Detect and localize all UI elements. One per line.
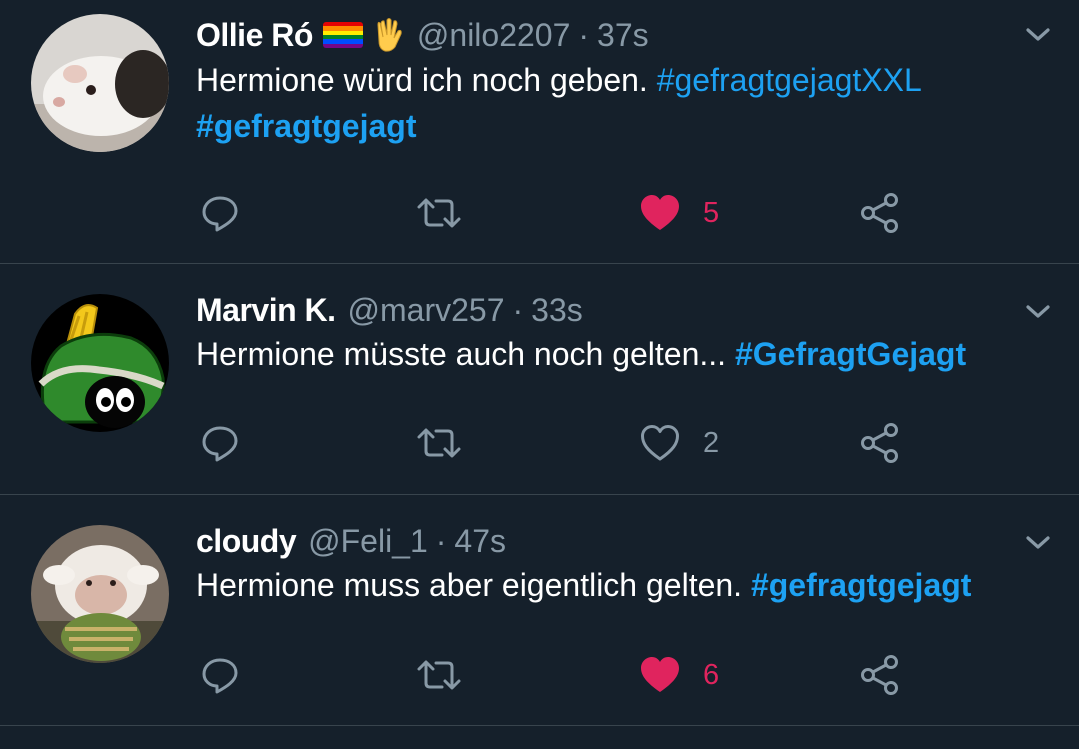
avatar[interactable] (31, 294, 169, 432)
like-count: 5 (703, 196, 720, 229)
tweet-text: Hermione müsste auch noch gelten... #Gef… (196, 331, 1046, 377)
display-name[interactable]: cloudy (196, 521, 297, 561)
share-icon (861, 423, 898, 463)
reply-icon (202, 426, 238, 462)
tweet-header: Ollie Ró @nilo2207 · 37s (196, 15, 649, 55)
display-name[interactable]: Marvin K. (196, 290, 336, 330)
tweet-text-content: Hermione würd ich noch geben. (196, 62, 648, 98)
display-name[interactable]: Ollie Ró (196, 15, 313, 55)
tweet-text: Hermione muss aber eigentlich gelten. #g… (196, 562, 1046, 608)
retweet-button[interactable] (416, 191, 462, 235)
tweet-text-content: Hermione muss aber eigentlich gelten. (196, 567, 743, 603)
tweet-actions: 6 (0, 653, 1079, 697)
retweet-icon (417, 428, 461, 458)
avatar[interactable] (31, 14, 169, 152)
chevron-down-icon[interactable] (1024, 25, 1052, 45)
tweet-actions: 5 (0, 191, 1079, 235)
share-icon (861, 193, 898, 233)
user-handle[interactable]: @Feli_1 (308, 521, 428, 561)
share-button[interactable] (860, 653, 902, 697)
chevron-down-icon[interactable] (1024, 302, 1052, 322)
heart-outline-icon (641, 425, 679, 461)
chevron-down-icon[interactable] (1024, 533, 1052, 553)
reply-icon (202, 196, 238, 232)
timestamp[interactable]: 47s (454, 521, 506, 561)
divider (0, 725, 1079, 726)
like-button[interactable]: 6 (639, 653, 719, 697)
user-handle[interactable]: @marv257 (348, 290, 505, 330)
like-count: 6 (703, 658, 720, 691)
retweet-icon (417, 198, 461, 228)
reply-button[interactable] (200, 653, 240, 697)
separator-dot: · (578, 17, 590, 53)
share-button[interactable] (860, 421, 902, 465)
reply-icon (202, 658, 238, 694)
tweet[interactable]: Ollie Ró @nilo2207 · 37s Hermione würd i… (0, 0, 1079, 263)
rainbow-flag-icon (322, 22, 363, 48)
timestamp[interactable]: 37s (597, 15, 649, 55)
heart-filled-icon (641, 657, 679, 692)
marvin-martian-avatar-icon (31, 294, 169, 432)
hashtag-link[interactable]: #gefragtgejagt (751, 567, 971, 603)
heart-filled-icon (641, 195, 679, 230)
hashtag-link[interactable]: #gefragtgejagt (196, 108, 416, 144)
timestamp[interactable]: 33s (531, 290, 583, 330)
avatar[interactable] (31, 525, 169, 663)
tweet-text-content: Hermione müsste auch noch gelten... (196, 336, 727, 372)
like-button[interactable]: 5 (639, 191, 719, 235)
retweet-button[interactable] (416, 653, 462, 697)
tweet-feed: Ollie Ró @nilo2207 · 37s Hermione würd i… (0, 0, 1079, 749)
retweet-button[interactable] (416, 421, 462, 465)
tweet-header: cloudy @Feli_1 · 47s (196, 521, 506, 561)
plush-sheep-avatar-icon (31, 525, 169, 663)
tweet[interactable]: cloudy @Feli_1 · 47s Hermione muss aber … (0, 495, 1079, 725)
user-handle[interactable]: @nilo2207 (417, 15, 570, 55)
guinea-pig-avatar-icon (31, 14, 169, 152)
separator-dot: · (435, 523, 447, 559)
share-icon (861, 655, 898, 695)
like-button[interactable]: 2 (639, 421, 719, 465)
tweet[interactable]: Marvin K. @marv257 · 33s Hermione müsste… (0, 264, 1079, 494)
vulcan-salute-icon (377, 18, 402, 52)
tweet-header: Marvin K. @marv257 · 33s (196, 290, 583, 330)
share-button[interactable] (860, 191, 902, 235)
like-count: 2 (703, 426, 720, 459)
hashtag-link[interactable]: #gefragtgejagtXXL (657, 62, 922, 98)
retweet-icon (417, 660, 461, 690)
reply-button[interactable] (200, 191, 240, 235)
tweet-actions: 2 (0, 421, 1079, 465)
reply-button[interactable] (200, 421, 240, 465)
tweet-text: Hermione würd ich noch geben. #gefragtge… (196, 57, 1046, 149)
hashtag-link[interactable]: #GefragtGejagt (735, 336, 966, 372)
separator-dot: · (512, 292, 524, 328)
